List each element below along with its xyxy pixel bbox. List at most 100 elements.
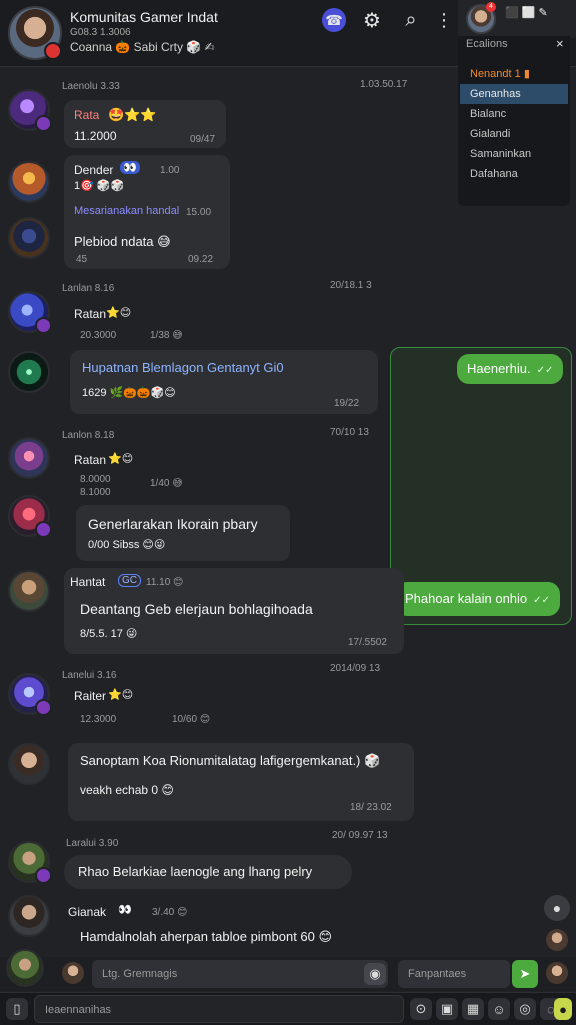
sender-emoji: ⭐😊 [108,689,134,701]
sender-badge: 👀 [120,161,140,174]
camera-icon[interactable]: ◉ [364,963,386,985]
message-meta-2: 10/60 😊 [172,714,211,725]
message-time: 18/ 23.02 [350,802,392,813]
send-icon[interactable]: ● [554,998,572,1020]
read-ticks: ✓✓ [533,595,550,606]
avatar[interactable] [8,495,52,538]
message-text: Rhao Belarkiae laenogle ang lhang pelry [78,864,313,879]
message-meta-2: 1/38 😅 [150,330,183,341]
avatar[interactable] [8,895,50,937]
message-text: 11.2000 [74,129,117,143]
avatar[interactable] [8,841,52,884]
message-input[interactable]: Ltg. Gremnagis [92,960,388,988]
read-ticks: ✓✓ [536,365,554,376]
sender-name: Hantat [70,575,106,589]
time-label-right: 20/18.1 3 [330,280,372,291]
reply-text: Phahoar kalain onhio [405,591,528,606]
message-meta-2: 1/40 😅 [150,478,183,489]
message-reactions: 0/00 Sibss 😊😜 [88,539,166,551]
sender-name: Rata [74,108,100,122]
date-label: Laenolu 3.33 [62,81,120,92]
message-meta: 8.0000 [80,474,111,485]
message-meta: 11.10 😊 [146,577,184,588]
group-status: Coanna 🎃 Sabi Crty 🎲 ✍ [70,40,215,54]
mini-toolbar-icons[interactable]: ⬛ ⬜ ✎ [505,6,548,19]
gif-icon[interactable]: ▣ [436,998,458,1020]
avatar-badge [35,699,52,716]
attach-icon[interactable]: ▯ [6,998,28,1020]
time-label-right: 2014/09 13 [330,663,381,674]
sticker-icon[interactable]: ⊙ [410,998,432,1020]
sender-name: Gianak [68,905,107,919]
message-meta: 20.3000 [80,330,117,341]
notification-dot [44,42,62,60]
sender-name: Ratan [74,307,107,321]
call-icon[interactable]: ☎ [322,8,346,32]
mic-icon[interactable]: ◎ [514,998,536,1020]
message-time-left: 45 [76,254,88,265]
message-bubble[interactable]: Rhao Belarkiae laenogle ang lhang pelry [64,855,352,889]
avatar[interactable] [8,89,52,132]
avatar[interactable] [8,570,50,612]
time-label-right: 1.03.50.17 [360,79,408,90]
avatar[interactable] [546,962,568,984]
message-bubble[interactable]: Dender 👀 1.00 1🎯 🎲🎲 Mesarianakan handal … [64,155,230,269]
reply-bubble[interactable]: Haenerhiu. ✓✓ [457,354,564,384]
message-reactions: 8/5.5. 17 😜 [80,628,138,640]
avatar[interactable] [8,291,52,334]
message-bubble[interactable]: Hupatnan Blemlagon Gentanyt Gi0 1629 🌿🎃🎃… [70,350,378,414]
message-meta: 12.3000 [80,714,117,725]
sender-badge: GC [118,574,141,587]
sender-name: Raiter [74,689,107,703]
bottom-bar: ▯ Ieaennanihas ⊙ ▣ ▦ ☺ ◎ ◌ ● [0,992,576,1025]
secondary-input[interactable]: Fanpantaes [398,960,510,988]
avatar[interactable] [8,437,50,479]
scroll-down-button[interactable]: ● [544,895,570,921]
avatar[interactable] [8,217,50,259]
avatar-badge [35,867,52,884]
avatar[interactable] [8,161,50,203]
group-title[interactable]: Komunitas Gamer Indat [70,9,218,25]
message-bubble[interactable]: Sanoptam Koa Rionumitalatag lafigergemka… [68,743,414,821]
reply-panel: Haenerhiu. ✓✓ Phahoar kalain onhio ✓✓ [390,347,572,625]
search-icon[interactable]: ⌕ [397,6,425,34]
message-meta: 3/.40 😊 [152,907,188,918]
avatar[interactable] [8,743,50,785]
menu-title: Ecalions [466,38,508,50]
image-icon[interactable]: ▦ [462,998,484,1020]
message-feed: Laenolu 3.33 1.03.50.17 Rata 🤩⭐⭐ 11.2000… [0,67,576,957]
message-text: Hamdalnolah aherpan tabloe pimbont 60 😊 [80,929,333,944]
subsender-time: 15.00 [186,207,212,218]
avatar[interactable] [6,949,44,987]
date-label: Laralui 3.90 [66,838,119,849]
message-text: Sanoptam Koa Rionumitalatag lafigergemka… [80,753,381,768]
message-time: 09/47 [190,134,216,145]
message-bubble[interactable]: Hantat GC 11.10 😊 Deantang Geb elerjaun … [64,568,404,654]
avatar-badge [35,521,52,538]
more-icon[interactable]: ⋮ [430,6,458,34]
self-avatar[interactable] [62,962,84,984]
reply-text: Haenerhiu. [467,361,531,376]
bottom-input[interactable]: Ieaennanihas [34,995,404,1023]
group-avatar[interactable] [8,6,62,60]
send-icon[interactable]: ➤ [512,960,538,988]
avatar[interactable] [546,929,568,951]
gear-icon[interactable]: ⚙ [358,6,386,34]
close-icon[interactable]: × [556,36,564,51]
avatar[interactable] [8,673,52,716]
date-label: Lanlon 8.18 [62,430,115,441]
avatar[interactable] [8,351,50,393]
sender-emoji: 🤩⭐⭐ [108,107,157,122]
sender-name: Dender [74,163,114,177]
date-label: Lanelui 3.16 [62,670,117,681]
message-text: Deantang Geb elerjaun bohlagihoada [80,601,313,617]
message-meta: 1.00 [160,165,180,176]
sender-emoji: ⭐😊 [106,307,132,319]
message-bubble[interactable]: Rata 🤩⭐⭐ 11.2000 09/47 [64,100,226,148]
message-bubble[interactable]: Generlarakan Ikorain pbary 0/00 Sibss 😊😜 [76,505,290,561]
subsender-name: Mesarianakan handal [74,205,180,217]
emoji-icon[interactable]: ☺ [488,998,510,1020]
message-time: 17/.5502 [348,637,387,648]
sender-name: Ratan [74,453,107,467]
reply-bubble[interactable]: Phahoar kalain onhio ✓✓ [395,582,560,616]
